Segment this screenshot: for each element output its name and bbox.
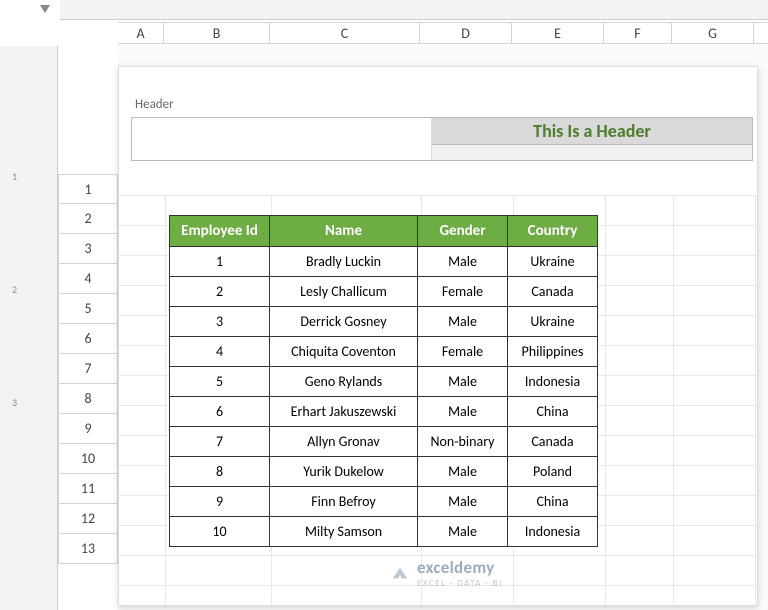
row-header-10[interactable]: 10	[58, 444, 118, 474]
grid-line-vertical	[673, 195, 674, 605]
cell-gender[interactable]: Female	[418, 337, 508, 367]
cell-name[interactable]: Chiquita Coventon	[270, 337, 418, 367]
table-row[interactable]: 3Derrick GosneyMaleUkraine	[170, 307, 598, 337]
cell-name[interactable]: Bradly Luckin	[270, 247, 418, 277]
watermark: exceldemy EXCEL · DATA · BI	[389, 557, 503, 589]
watermark-tagline: EXCEL · DATA · BI	[417, 578, 503, 589]
cell-gender[interactable]: Male	[418, 307, 508, 337]
cell-name[interactable]: Milty Samson	[270, 517, 418, 547]
col-header-employee-id[interactable]: Employee Id	[170, 216, 270, 247]
cell-gender[interactable]: Female	[418, 277, 508, 307]
row-header-12[interactable]: 12	[58, 504, 118, 534]
cell-name[interactable]: Allyn Gronav	[270, 427, 418, 457]
cell-name[interactable]: Yurik Dukelow	[270, 457, 418, 487]
cell-country[interactable]: Philippines	[508, 337, 598, 367]
cell-gender[interactable]: Male	[418, 457, 508, 487]
cell-gender[interactable]: Male	[418, 367, 508, 397]
col-header-country[interactable]: Country	[508, 216, 598, 247]
cell-id[interactable]: 5	[170, 367, 270, 397]
row-header-2[interactable]: 2	[58, 204, 118, 234]
grid-line-vertical	[755, 195, 756, 605]
col-header-name[interactable]: Name	[270, 216, 418, 247]
page-header-label: Header	[135, 97, 174, 112]
vertical-ruler-marks: 1 2 3	[12, 170, 32, 509]
watermark-brand: exceldemy	[417, 557, 495, 578]
column-header-A[interactable]: A	[118, 23, 164, 43]
cell-id[interactable]: 6	[170, 397, 270, 427]
page-header-text: This Is a Header	[432, 118, 752, 145]
cell-gender[interactable]: Male	[418, 517, 508, 547]
cell-country[interactable]: Poland	[508, 457, 598, 487]
table-row[interactable]: 5Geno RylandsMaleIndonesia	[170, 367, 598, 397]
cell-name[interactable]: Erhart Jakuszewski	[270, 397, 418, 427]
page-header-center-section[interactable]: This Is a Header	[432, 118, 752, 160]
page-header-left-section[interactable]	[132, 118, 432, 160]
cell-name[interactable]: Finn Befroy	[270, 487, 418, 517]
row-header-5[interactable]: 5	[58, 294, 118, 324]
column-header-E[interactable]: E	[512, 23, 604, 43]
cell-country[interactable]: Indonesia	[508, 517, 598, 547]
employee-table[interactable]: Employee Id Name Gender Country 1Bradly …	[169, 215, 598, 547]
row-header-8[interactable]: 8	[58, 384, 118, 414]
cell-country[interactable]: Canada	[508, 277, 598, 307]
sheet-area: Header This Is a Header Employee Id Name…	[118, 46, 768, 610]
page-header-center-lower	[432, 145, 752, 160]
cell-name[interactable]: Derrick Gosney	[270, 307, 418, 337]
cell-id[interactable]: 3	[170, 307, 270, 337]
table-row[interactable]: 10Milty SamsonMaleIndonesia	[170, 517, 598, 547]
ruler-indent-marker-icon	[40, 5, 50, 13]
grid-line-horizontal	[119, 195, 757, 196]
cell-gender[interactable]: Non-binary	[418, 427, 508, 457]
row-header-7[interactable]: 7	[58, 354, 118, 384]
table-row[interactable]: 6Erhart JakuszewskiMaleChina	[170, 397, 598, 427]
cell-gender[interactable]: Male	[418, 247, 508, 277]
column-header-C[interactable]: C	[270, 23, 420, 43]
column-header-F[interactable]: F	[604, 23, 672, 43]
row-header-13[interactable]: 13	[58, 534, 118, 564]
cell-gender[interactable]: Male	[418, 487, 508, 517]
page-layout-sheet[interactable]: Header This Is a Header Employee Id Name…	[118, 66, 758, 606]
cell-id[interactable]: 10	[170, 517, 270, 547]
cell-country[interactable]: Ukraine	[508, 307, 598, 337]
column-header-G[interactable]: G	[672, 23, 754, 43]
table-row[interactable]: 9Finn BefroyMaleChina	[170, 487, 598, 517]
table-row[interactable]: 4Chiquita CoventonFemalePhilippines	[170, 337, 598, 367]
table-row[interactable]: 2Lesly ChallicumFemaleCanada	[170, 277, 598, 307]
row-header-4[interactable]: 4	[58, 264, 118, 294]
grid-line-vertical	[165, 195, 166, 605]
col-header-gender[interactable]: Gender	[418, 216, 508, 247]
grid-line-horizontal	[119, 555, 757, 556]
table-row[interactable]: 1Bradly LuckinMaleUkraine	[170, 247, 598, 277]
page-header-band[interactable]: This Is a Header	[131, 117, 753, 161]
cell-id[interactable]: 7	[170, 427, 270, 457]
cell-country[interactable]: Ukraine	[508, 247, 598, 277]
table-header-row: Employee Id Name Gender Country	[170, 216, 598, 247]
column-headers: ABCDEFG	[118, 22, 768, 44]
row-header-1[interactable]: 1	[58, 174, 118, 204]
cell-name[interactable]: Lesly Challicum	[270, 277, 418, 307]
cell-country[interactable]: China	[508, 397, 598, 427]
cell-id[interactable]: 2	[170, 277, 270, 307]
cell-gender[interactable]: Male	[418, 397, 508, 427]
cell-id[interactable]: 9	[170, 487, 270, 517]
cell-country[interactable]: Canada	[508, 427, 598, 457]
cell-id[interactable]: 1	[170, 247, 270, 277]
row-header-9[interactable]: 9	[58, 414, 118, 444]
table-row[interactable]: 7Allyn GronavNon-binaryCanada	[170, 427, 598, 457]
row-header-6[interactable]: 6	[58, 324, 118, 354]
row-headers: 12345678910111213	[58, 174, 118, 564]
watermark-logo-icon	[389, 562, 411, 584]
cell-id[interactable]: 8	[170, 457, 270, 487]
row-header-11[interactable]: 11	[58, 474, 118, 504]
cell-country[interactable]: Indonesia	[508, 367, 598, 397]
cell-id[interactable]: 4	[170, 337, 270, 367]
column-header-B[interactable]: B	[164, 23, 270, 43]
table-row[interactable]: 8Yurik DukelowMalePoland	[170, 457, 598, 487]
grid-line-vertical	[605, 195, 606, 605]
cell-country[interactable]: China	[508, 487, 598, 517]
column-header-D[interactable]: D	[420, 23, 512, 43]
horizontal-ruler	[60, 0, 768, 20]
row-header-3[interactable]: 3	[58, 234, 118, 264]
cell-name[interactable]: Geno Rylands	[270, 367, 418, 397]
